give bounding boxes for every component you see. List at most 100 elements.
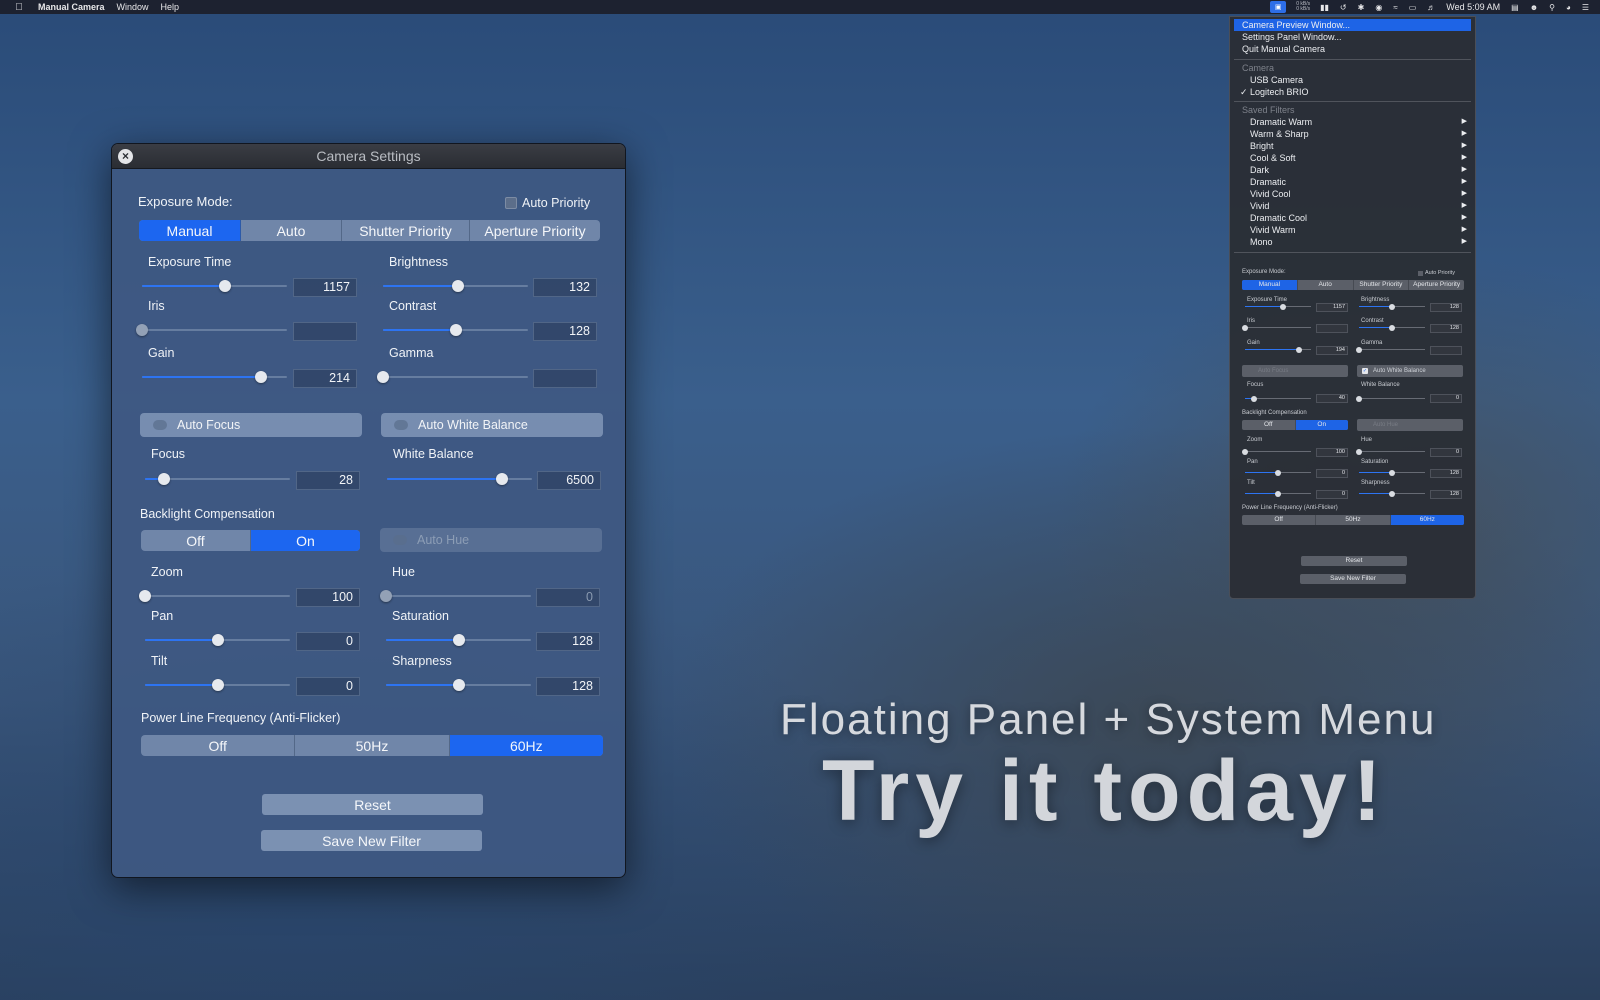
apple-menu-icon[interactable]: : [12, 2, 26, 13]
mini-white-balance-field[interactable]: 0: [1430, 394, 1462, 403]
saturation-slider[interactable]: [386, 632, 531, 648]
filter-item[interactable]: Vivid Cool ▶: [1230, 188, 1475, 200]
contrast-field[interactable]: 128: [533, 322, 597, 341]
mini-iris-slider[interactable]: [1242, 325, 1311, 331]
mini-auto-white-balance-toggle[interactable]: ✓ Auto White Balance: [1357, 365, 1463, 377]
tilt-field[interactable]: 0: [296, 677, 360, 696]
gain-slider[interactable]: [142, 369, 287, 385]
hue-field[interactable]: 0: [536, 588, 600, 607]
save-new-filter-button[interactable]: Save New Filter: [261, 830, 482, 851]
slider-knob[interactable]: [218, 280, 231, 292]
white-balance-slider[interactable]: [387, 471, 532, 487]
mini-sharpness-slider[interactable]: [1359, 491, 1425, 497]
mini-auto-hue-toggle[interactable]: Auto Hue: [1357, 419, 1463, 431]
mini-saturation-slider[interactable]: [1359, 470, 1425, 476]
menu-item-usb-camera[interactable]: USB Camera: [1230, 74, 1475, 86]
hue-slider[interactable]: [380, 588, 531, 604]
mini-reset-button[interactable]: Reset: [1301, 556, 1407, 566]
mini-pan-field[interactable]: 0: [1316, 469, 1348, 478]
auto-hue-toggle[interactable]: Auto Hue: [380, 528, 602, 552]
mini-mode-manual[interactable]: Manual: [1242, 280, 1298, 290]
filter-item[interactable]: Vivid ▶: [1230, 200, 1475, 212]
slider-knob[interactable]: [211, 634, 224, 646]
menu-window[interactable]: Window: [117, 2, 149, 12]
slider-knob[interactable]: [380, 590, 392, 602]
menu-help[interactable]: Help: [161, 2, 180, 12]
tilt-slider[interactable]: [145, 677, 290, 693]
auto-priority-checkbox[interactable]: Auto Priority: [505, 196, 590, 210]
slider-knob[interactable]: [139, 590, 151, 602]
brightness-slider[interactable]: [383, 278, 528, 294]
pan-field[interactable]: 0: [296, 632, 360, 651]
mini-contrast-slider[interactable]: [1359, 325, 1425, 331]
volume-icon[interactable]: ♬: [1427, 3, 1435, 12]
battery-icon[interactable]: ▮▮: [1320, 3, 1329, 12]
focus-field[interactable]: 28: [296, 471, 360, 490]
iris-field[interactable]: [293, 322, 357, 341]
toggle-switch[interactable]: [393, 535, 407, 545]
mini-power-line-60hz[interactable]: 60Hz: [1390, 515, 1464, 525]
slider-knob[interactable]: [452, 280, 465, 292]
focus-slider[interactable]: [145, 471, 290, 487]
notification-center-icon[interactable]: ☰: [1582, 3, 1589, 12]
exposure-time-field[interactable]: 1157: [293, 278, 357, 297]
mini-save-new-filter-button[interactable]: Save New Filter: [1300, 574, 1406, 584]
siri-icon[interactable]: ◕: [1566, 3, 1571, 12]
vpn-icon[interactable]: ◉: [1375, 3, 1382, 12]
filter-item[interactable]: Mono ▶: [1230, 236, 1475, 248]
mini-mode-shutter[interactable]: Shutter Priority: [1354, 280, 1410, 290]
pan-slider[interactable]: [145, 632, 290, 648]
mini-power-line-50hz[interactable]: 50Hz: [1316, 515, 1391, 525]
mini-backlight-on[interactable]: On: [1295, 420, 1348, 430]
keyboard-icon[interactable]: ▤: [1511, 3, 1519, 12]
mini-auto-priority-checkbox[interactable]: Auto Priority: [1418, 270, 1455, 276]
filter-item[interactable]: Dramatic Warm ▶: [1230, 116, 1475, 128]
mini-white-balance-slider[interactable]: [1356, 396, 1425, 402]
slider-knob[interactable]: [495, 473, 508, 485]
camera-status-icon[interactable]: ▣: [1270, 1, 1287, 13]
mini-hue-field[interactable]: 0: [1430, 448, 1462, 457]
toggle-switch[interactable]: [394, 420, 408, 430]
slider-knob[interactable]: [136, 324, 148, 336]
filter-item[interactable]: Bright ▶: [1230, 140, 1475, 152]
gamma-field[interactable]: [533, 369, 597, 388]
iris-slider[interactable]: [136, 322, 287, 338]
close-icon[interactable]: ×: [118, 149, 133, 164]
mini-brightness-field[interactable]: 128: [1430, 303, 1462, 312]
slider-knob[interactable]: [449, 324, 462, 336]
exposure-mode-aperture-priority[interactable]: Aperture Priority: [470, 220, 600, 241]
spotlight-icon[interactable]: ⚲: [1549, 3, 1555, 12]
mini-zoom-field[interactable]: 100: [1316, 448, 1348, 457]
mini-auto-focus-toggle[interactable]: Auto Focus: [1242, 365, 1348, 377]
mini-saturation-field[interactable]: 128: [1430, 469, 1462, 478]
zoom-slider[interactable]: [139, 588, 290, 604]
mini-focus-slider[interactable]: [1245, 396, 1311, 402]
mini-tilt-field[interactable]: 0: [1316, 490, 1348, 499]
mini-brightness-slider[interactable]: [1359, 304, 1425, 310]
power-line-50hz[interactable]: 50Hz: [295, 735, 450, 756]
checkbox-box[interactable]: [505, 197, 517, 209]
gain-field[interactable]: 214: [293, 369, 357, 388]
exposure-mode-shutter-priority[interactable]: Shutter Priority: [342, 220, 470, 241]
menu-item-logitech-brio[interactable]: ✓ Logitech BRIO: [1230, 86, 1475, 98]
gamma-slider[interactable]: [377, 369, 528, 385]
contrast-slider[interactable]: [383, 322, 528, 338]
mini-sharpness-field[interactable]: 128: [1430, 490, 1462, 499]
power-line-60hz[interactable]: 60Hz: [449, 735, 603, 756]
mini-exposure-time-field[interactable]: 1157: [1316, 303, 1348, 312]
menu-item-settings-panel[interactable]: Settings Panel Window...: [1230, 31, 1475, 43]
mini-iris-field[interactable]: [1316, 324, 1348, 333]
mini-exposure-time-slider[interactable]: [1245, 304, 1311, 310]
time-machine-icon[interactable]: ↺: [1340, 3, 1347, 12]
bluetooth-icon[interactable]: ✱: [1358, 3, 1365, 12]
filter-item[interactable]: Vivid Warm ▶: [1230, 224, 1475, 236]
slider-knob[interactable]: [377, 371, 389, 383]
exposure-mode-manual[interactable]: Manual: [139, 220, 241, 241]
filter-item[interactable]: Dramatic Cool ▶: [1230, 212, 1475, 224]
sharpness-field[interactable]: 128: [536, 677, 600, 696]
zoom-field[interactable]: 100: [296, 588, 360, 607]
toggle-switch[interactable]: [153, 420, 167, 430]
mini-focus-field[interactable]: 40: [1316, 394, 1348, 403]
filter-item[interactable]: Dramatic ▶: [1230, 176, 1475, 188]
filter-item[interactable]: Dark ▶: [1230, 164, 1475, 176]
